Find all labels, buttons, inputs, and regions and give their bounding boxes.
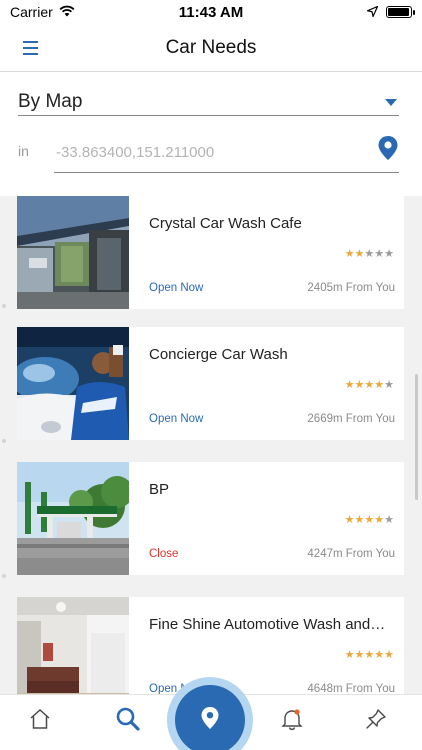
scroll-indicator[interactable] — [415, 374, 418, 500]
listing-name: Concierge Car Wash — [149, 346, 288, 363]
map-pin-icon — [200, 706, 220, 735]
location-arrow-icon — [365, 4, 379, 20]
rating-stars: ★★★★★ — [345, 648, 394, 661]
star-filled-icon: ★ — [354, 248, 365, 260]
nav-header: Car Needs — [0, 24, 422, 72]
pushpin-icon — [364, 707, 388, 736]
map-fab-button[interactable] — [175, 685, 245, 750]
caret-down-icon — [385, 98, 397, 106]
bell-icon — [279, 706, 305, 737]
listing-card[interactable]: Crystal Car Wash Cafe ★★★★★ Open Now 240… — [17, 196, 404, 309]
listing-name: Fine Shine Automotive Wash and… — [149, 616, 386, 633]
distance-label: 4247m From You — [307, 548, 395, 560]
home-icon — [28, 707, 52, 736]
location-input[interactable] — [54, 144, 354, 161]
star-filled-icon: ★ — [354, 649, 365, 661]
star-filled-icon: ★ — [374, 514, 385, 526]
listing-card[interactable]: BP ★★★★★ Close 4247m From You — [17, 462, 404, 575]
closed-status: Close — [149, 548, 179, 560]
car-washing-worker-photo — [17, 327, 129, 440]
petrol-station-photo — [17, 462, 129, 575]
status-bar: Carrier 11:43 AM — [0, 0, 422, 24]
listing-list[interactable]: Crystal Car Wash Cafe ★★★★★ Open Now 240… — [0, 196, 422, 694]
listing-card[interactable]: Concierge Car Wash ★★★★★ Open Now 2669m … — [17, 327, 404, 440]
star-filled-icon: ★ — [374, 379, 385, 391]
star-filled-icon: ★ — [364, 649, 375, 661]
distance-label: 2405m From You — [307, 282, 395, 294]
rating-stars: ★★★★★ — [345, 378, 394, 391]
star-empty-icon: ★ — [364, 248, 375, 260]
star-filled-icon: ★ — [384, 649, 394, 661]
battery-icon — [386, 6, 415, 18]
car-wash-bay-photo — [17, 196, 129, 309]
distance-label: 4648m From You — [307, 683, 395, 694]
location-field — [54, 133, 399, 173]
star-filled-icon: ★ — [374, 649, 385, 661]
carrier-label: Carrier — [10, 4, 53, 20]
star-empty-icon: ★ — [384, 379, 394, 391]
home-tab[interactable] — [26, 707, 54, 735]
pinned-tab[interactable] — [362, 707, 390, 735]
star-filled-icon: ★ — [344, 649, 355, 661]
search-tab[interactable] — [114, 707, 142, 735]
filter-panel: By Map in — [0, 73, 422, 196]
hamburger-menu-icon[interactable] — [18, 37, 44, 59]
location-prefix-label: in — [18, 143, 29, 159]
star-filled-icon: ★ — [354, 514, 365, 526]
list-decoration-dot — [2, 574, 6, 578]
open-status: Open Now — [149, 413, 204, 425]
listing-name: BP — [149, 481, 170, 498]
list-decoration-dot — [2, 304, 6, 308]
wifi-icon — [59, 4, 75, 20]
page-title: Car Needs — [165, 36, 257, 58]
star-filled-icon: ★ — [344, 379, 355, 391]
star-empty-icon: ★ — [384, 248, 394, 260]
mode-dropdown-value: By Map — [18, 91, 83, 112]
rating-stars: ★★★★★ — [345, 513, 394, 526]
star-filled-icon: ★ — [344, 514, 355, 526]
rating-stars: ★★★★★ — [345, 247, 394, 260]
star-filled-icon: ★ — [364, 379, 375, 391]
distance-label: 2669m From You — [307, 413, 395, 425]
listing-name: Crystal Car Wash Cafe — [149, 215, 302, 232]
star-filled-icon: ★ — [354, 379, 365, 391]
star-empty-icon: ★ — [384, 514, 394, 526]
star-filled-icon: ★ — [364, 514, 375, 526]
search-icon — [115, 706, 141, 737]
star-empty-icon: ★ — [374, 248, 385, 260]
notifications-tab[interactable] — [278, 707, 306, 735]
map-pin-icon[interactable] — [377, 135, 399, 161]
star-filled-icon: ★ — [344, 248, 355, 260]
list-decoration-dot — [2, 439, 6, 443]
waiting-room-photo — [17, 597, 129, 694]
open-status: Open Now — [149, 282, 204, 294]
mode-dropdown[interactable]: By Map — [18, 89, 399, 116]
